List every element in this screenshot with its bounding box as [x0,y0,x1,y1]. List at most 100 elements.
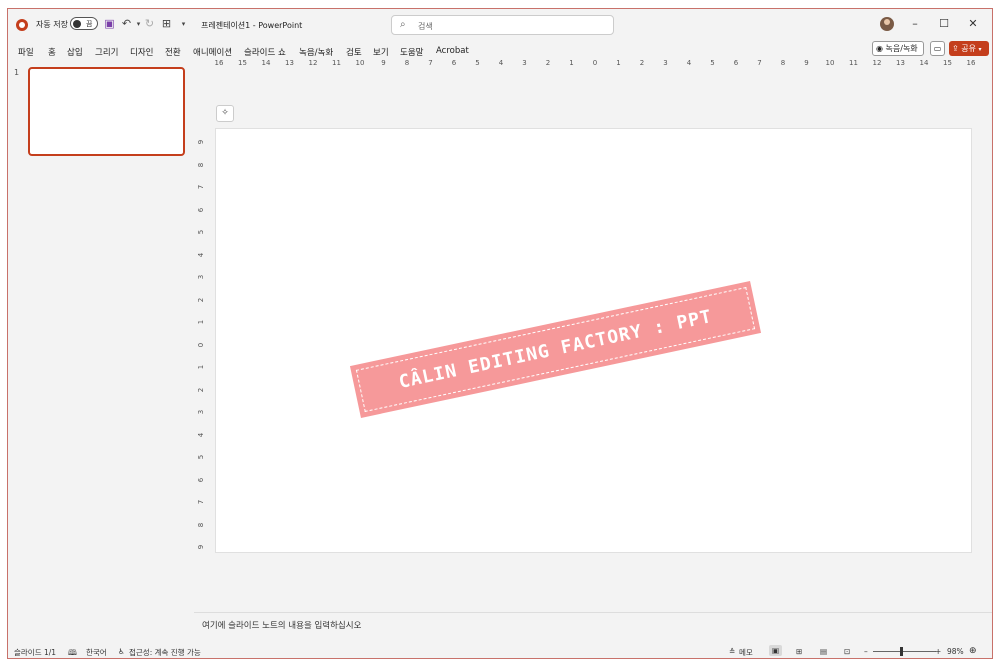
vertical-ruler: 9 8 7 6 5 4 3 2 1 0 1 2 3 4 5 6 7 8 9 [197,134,208,554]
user-avatar[interactable] [880,17,894,31]
record-button[interactable]: ◉ 녹음/녹화 [872,41,924,56]
tab-design[interactable]: 디자인 [130,46,153,58]
ruler-tick-label: 9 [197,139,206,145]
zoom-level[interactable]: 98% [947,647,964,656]
share-dropdown-icon: ▾ [978,46,982,53]
ruler-tick-label: 14 [919,59,929,67]
ruler-tick-label: 2 [639,59,645,67]
ruler-tick-label: 8 [197,162,206,167]
ruler-tick-label: 7 [197,499,206,505]
save-icon[interactable]: ▣ [103,17,116,31]
accessibility-status[interactable]: 접근성: 계속 진행 가능 [129,647,201,658]
notes-button[interactable]: 메모 [739,647,753,658]
slide-canvas[interactable]: CÂLIN EDITING FACTORY : PPT [215,128,972,553]
ruler-tick-label: 10 [355,59,365,67]
start-slideshow-icon[interactable]: ⊞ [160,17,173,31]
tab-acrobat[interactable]: Acrobat [436,46,469,56]
ruler-tick-label: 1 [197,319,206,325]
ruler-tick-label: 0 [197,342,206,347]
tab-draw[interactable]: 그리기 [95,46,118,58]
accessibility-icon[interactable]: ♿ [118,647,125,656]
normal-view-icon[interactable]: ▣ [769,645,783,656]
ruler-tick-label: 12 [872,59,882,67]
ruler-tick-label: 2 [197,387,206,392]
zoom-slider-knob[interactable] [900,647,903,656]
autosave-toggle[interactable]: 끔 [70,17,98,30]
slide-thumbnail-pane: 1 [8,63,194,643]
ruler-tick-label: 6 [197,477,206,482]
ruler-tick-label: 8 [780,59,786,67]
watermark-banner: CÂLIN EDITING FACTORY : PPT [349,281,762,418]
ruler-tick-label: 3 [663,59,668,67]
search-icon: ⌕ [400,19,406,30]
comments-button[interactable]: ▭ [930,41,945,56]
ruler-tick-label: 3 [197,409,206,415]
ruler-tick-label: 1 [616,59,621,67]
ruler-tick-label: 16 [966,59,976,67]
record-button-label: 녹음/녹화 [885,44,918,53]
ruler-tick-label: 13 [285,59,294,67]
tab-review[interactable]: 검토 [346,46,362,58]
slideshow-view-icon[interactable]: ⊡ [844,647,850,656]
slide-counter: 슬라이드 1/1 [14,648,57,657]
ruler-tick-label: 6 [451,59,457,67]
tab-slideshow[interactable]: 슬라이드 쇼 [244,46,286,58]
powerpoint-logo-icon [16,19,28,31]
maximize-button[interactable]: ☐ [934,15,954,33]
ruler-tick-label: 5 [710,59,715,67]
spellcheck-icon[interactable]: 🕮 [68,647,77,658]
tab-record[interactable]: 녹음/녹화 [299,46,333,58]
redo-icon[interactable]: ↻ [143,17,156,31]
close-button[interactable]: ✕ [963,15,983,33]
slide-sorter-icon[interactable]: ⊞ [796,647,802,656]
zoom-slider-track[interactable] [873,651,936,652]
minimize-button[interactable]: – [905,15,925,33]
ruler-tick-label: 12 [308,59,318,67]
zoom-out-button[interactable]: – [864,647,868,656]
reading-view-icon[interactable]: ▤ [820,647,827,656]
designer-button[interactable]: ✧ [216,105,234,122]
tab-file[interactable]: 파일 [18,46,34,58]
fit-to-window-icon[interactable]: ⊕ [969,646,977,656]
ruler-tick-label: 10 [825,59,835,67]
ruler-tick-label: 14 [261,59,271,67]
record-icon: ◉ [876,44,883,53]
slide-number: 1 [14,68,20,77]
ruler-tick-label: 2 [545,59,551,67]
slide-thumbnail[interactable] [28,67,185,156]
tab-home[interactable]: 홈 [48,46,56,58]
ruler-tick-label: 6 [197,207,206,212]
horizontal-ruler: 16 15 14 13 12 11 10 9 8 7 6 5 4 3 2 1 0 1 2 3 4 5 6 7 8 9 10 11 12 1… [215,58,976,70]
tab-animations[interactable]: 애니메이션 [193,46,232,58]
tab-transitions[interactable]: 전환 [165,46,181,58]
ruler-tick-label: 3 [197,274,206,280]
tab-insert[interactable]: 삽입 [67,46,83,58]
banner-text: CÂLIN EDITING FACTORY : PPT [396,306,714,393]
ruler-tick-label: 7 [197,184,206,190]
zoom-in-button[interactable]: + [935,647,941,656]
toggle-knob [73,20,81,28]
ruler-tick-label: 5 [197,454,206,460]
ruler-tick-label: 4 [197,432,206,437]
tab-help[interactable]: 도움말 [400,46,423,58]
ruler-tick-label: 4 [197,252,206,257]
notes-pane[interactable]: 여기에 슬라이드 노트의 내용을 입력하십시오 [194,612,992,640]
ruler-tick-label: 8 [404,59,410,67]
search-box[interactable]: ⌕ 검색 [391,15,614,35]
ruler-tick-label: 4 [686,59,692,67]
title-bar: 자동 저장 끔 ▣ ↶ ▾ ↻ ⊞ ▾ 프레젠테이션1 - PowerPoint… [8,9,992,41]
ruler-tick-label: 7 [428,59,433,67]
tab-view[interactable]: 보기 [373,46,389,58]
ruler-tick-label: 4 [498,59,504,67]
powerpoint-window: 자동 저장 끔 ▣ ↶ ▾ ↻ ⊞ ▾ 프레젠테이션1 - PowerPoint… [7,8,993,659]
notes-icon[interactable]: ≙ [729,647,735,656]
autosave-label: 자동 저장 [36,20,68,29]
ruler-tick-label: 11 [332,59,341,67]
share-button[interactable]: ⇪ 공유 ▾ [949,41,989,56]
language-indicator[interactable]: 한국어 [86,647,107,658]
customize-quick-access-icon[interactable]: ▾ [177,17,190,31]
magic-wand-icon: ✧ [221,108,229,118]
ruler-tick-label: 3 [522,59,527,67]
ruler-tick-label: 2 [197,297,206,302]
ruler-tick-label: 13 [896,59,905,67]
